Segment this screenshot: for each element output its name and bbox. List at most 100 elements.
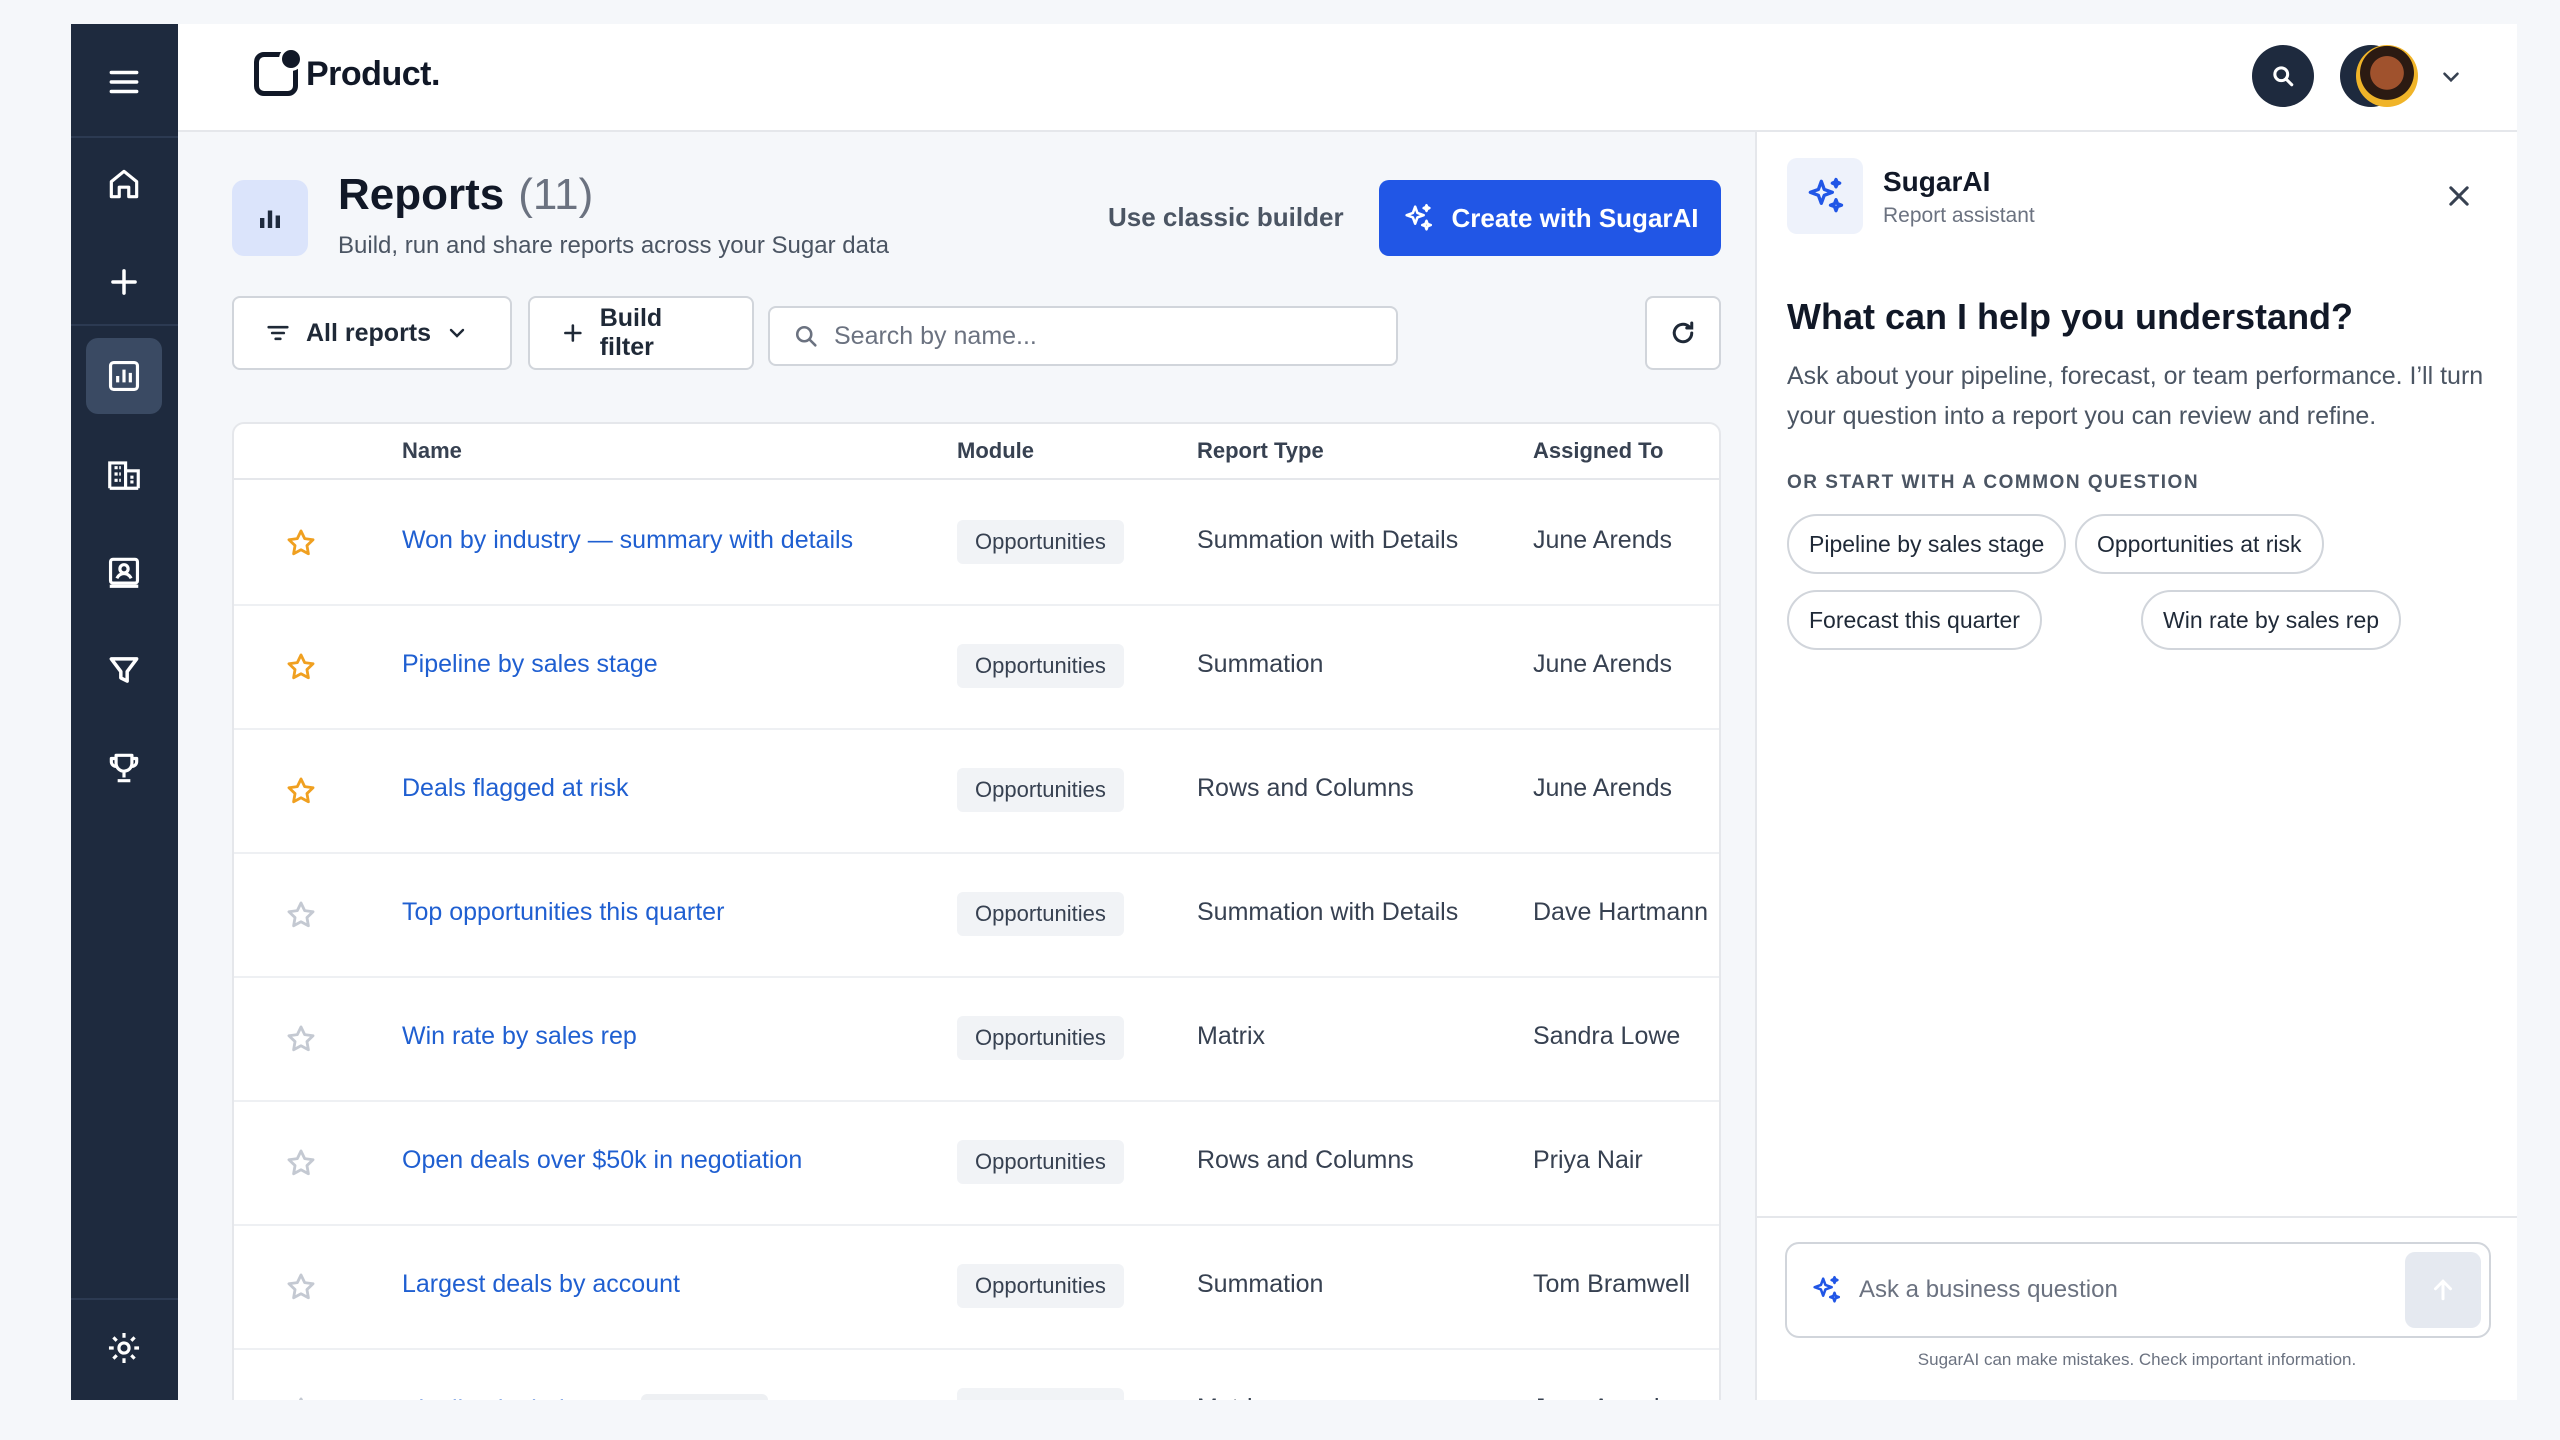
column-header-name[interactable]: Name <box>402 438 462 464</box>
user-avatar[interactable] <box>2356 45 2418 107</box>
sidebar-divider <box>71 136 178 138</box>
logo-text: Product. <box>306 54 440 93</box>
chevron-down-icon <box>449 328 465 338</box>
sidebar-item-create[interactable] <box>86 244 162 320</box>
report-type: Rows and Columns <box>1197 1146 1414 1174</box>
report-count: (11) <box>518 170 594 219</box>
chevron-down-icon[interactable] <box>2438 64 2464 90</box>
funnel-icon <box>109 657 139 683</box>
star-outline-icon[interactable] <box>284 1146 318 1180</box>
report-name-link[interactable]: Won by industry — summary with details <box>402 526 853 555</box>
report-name: Open deals over $50k in negotiation <box>402 1146 803 1174</box>
star-outline-icon[interactable] <box>284 1394 318 1400</box>
contact-card-icon <box>108 557 140 588</box>
report-search-input[interactable] <box>834 321 1374 351</box>
bar-chart-icon <box>108 360 140 392</box>
suggestion-chip[interactable]: Pipeline by sales stage <box>1787 514 2067 574</box>
refresh-button[interactable] <box>1645 296 1721 370</box>
assigned-to: Tom Bramwell <box>1533 1270 1690 1298</box>
report-name: Win rate by sales rep <box>402 1022 637 1050</box>
classic-builder-button[interactable]: Use classic builder <box>1108 202 1344 233</box>
global-search-button[interactable] <box>2252 45 2314 107</box>
suggestions-label: OR START WITH A COMMON QUESTION <box>1787 472 2200 493</box>
report-name-link[interactable]: Win rate by sales rep <box>402 1022 637 1051</box>
report-name-link[interactable]: Largest deals by account <box>402 1270 680 1299</box>
sidebar-divider <box>71 1298 178 1300</box>
refresh-icon <box>1672 321 1694 344</box>
sparkle-icon <box>1808 177 1844 213</box>
assigned-to: Dave Hartmann <box>1533 898 1709 926</box>
create-with-sugarai-button[interactable]: Create with SugarAI <box>1379 180 1721 256</box>
sugarai-subtitle: Report assistant <box>1883 204 2035 227</box>
sidebar-item-home[interactable] <box>86 146 162 222</box>
create-button-label: Create with SugarAI <box>1451 202 1699 233</box>
report-name: Pipeline by sales stage <box>402 650 658 678</box>
report-name-link[interactable]: Pipeline by sales stage <box>402 650 658 679</box>
column-header-report-type[interactable]: Report Type <box>1197 438 1324 464</box>
search-icon <box>2273 66 2294 87</box>
all-reports-dropdown[interactable]: All reports <box>232 296 512 370</box>
report-name-link[interactable]: Pipeline by industry Template <box>402 1394 768 1400</box>
sidebar-item-accounts[interactable] <box>86 436 162 512</box>
close-icon[interactable] <box>2445 182 2473 210</box>
table-row[interactable]: Largest deals by account Opportunities Sum… <box>234 1226 1719 1350</box>
table-row[interactable]: Win rate by sales rep Opportunities Matrix… <box>234 978 1719 1102</box>
report-name-link[interactable]: Deals flagged at risk <box>402 774 629 803</box>
sidebar-item-settings[interactable] <box>86 1310 162 1386</box>
sidebar <box>71 24 178 1400</box>
reports-page-icon <box>232 180 308 256</box>
building-icon <box>108 461 140 490</box>
table-row[interactable]: Won by industry — summary with details Op… <box>234 482 1719 606</box>
star-outline-icon[interactable] <box>284 898 318 932</box>
table-row[interactable]: Pipeline by industry Template Opportunitie… <box>234 1350 1719 1400</box>
column-header-assigned-to[interactable]: Assigned To <box>1533 438 1663 464</box>
plus-icon <box>111 269 137 295</box>
sidebar-item-contacts[interactable] <box>86 534 162 610</box>
star-filled-icon[interactable] <box>284 650 318 684</box>
build-filter-button[interactable]: Build filter <box>528 296 754 370</box>
reports-table: Name Module Report Type Assigned To Won … <box>232 422 1721 1400</box>
table-row[interactable]: Open deals over $50k in negotiation Oppor… <box>234 1102 1719 1226</box>
search-icon <box>795 325 817 347</box>
star-filled-icon[interactable] <box>284 526 318 560</box>
sparkle-icon <box>1813 1275 1841 1303</box>
sidebar-item-filters[interactable] <box>86 632 162 708</box>
app-frame: Product. Reports (11) Build, run and shar… <box>71 24 2517 1400</box>
column-header-module[interactable]: Module <box>957 438 1034 464</box>
module-badge: Opportunities <box>957 644 1124 688</box>
filter-lines-icon <box>267 325 289 341</box>
table-row[interactable]: Top opportunities this quarter Opportunit… <box>234 854 1719 978</box>
menu-button[interactable] <box>86 44 162 120</box>
plus-icon <box>564 324 582 342</box>
table-row[interactable]: Deals flagged at risk Opportunities Rows a… <box>234 730 1719 854</box>
ai-question-input[interactable] <box>1859 1276 2359 1304</box>
gear-icon <box>108 1332 140 1364</box>
report-type: Summation with Details <box>1197 526 1459 554</box>
send-button[interactable] <box>2405 1252 2481 1328</box>
sugarai-heading: What can I help you understand? <box>1787 296 2354 337</box>
star-outline-icon[interactable] <box>284 1022 318 1056</box>
assigned-to: June Arends <box>1533 774 1672 802</box>
module-badge: Opportunities <box>957 1264 1124 1308</box>
report-name: Deals flagged at risk <box>402 774 629 802</box>
product-logo[interactable]: Product. <box>254 47 440 96</box>
sparkle-icon <box>1405 203 1433 231</box>
table-header: Name Module Report Type Assigned To <box>234 424 1719 480</box>
suggestion-chip[interactable]: Win rate by sales rep <box>2141 590 2402 650</box>
table-row[interactable]: Pipeline by sales stage Opportunities Summ… <box>234 606 1719 730</box>
star-filled-icon[interactable] <box>284 774 318 808</box>
ai-question-box[interactable] <box>1785 1242 2491 1338</box>
sugarai-description: Ask about your pipeline, forecast, or te… <box>1787 362 2484 430</box>
report-name-link[interactable]: Open deals over $50k in negotiation <box>402 1146 802 1175</box>
suggestion-chip[interactable]: Forecast this quarter <box>1787 590 2042 650</box>
report-name: Largest deals by account <box>402 1270 680 1298</box>
star-outline-icon[interactable] <box>284 1270 318 1304</box>
report-search-box[interactable] <box>768 306 1398 366</box>
reports-main: Reports (11) Build, run and share reports… <box>178 132 1755 1400</box>
module-badge: Opportunities <box>957 520 1124 564</box>
report-name-link[interactable]: Top opportunities this quarter <box>402 898 724 927</box>
report-name: Won by industry — summary with details <box>402 526 854 554</box>
suggestion-chip[interactable]: Opportunities at risk <box>2075 514 2324 574</box>
sidebar-item-reports[interactable] <box>86 338 162 414</box>
sidebar-item-achievements[interactable] <box>86 730 162 806</box>
